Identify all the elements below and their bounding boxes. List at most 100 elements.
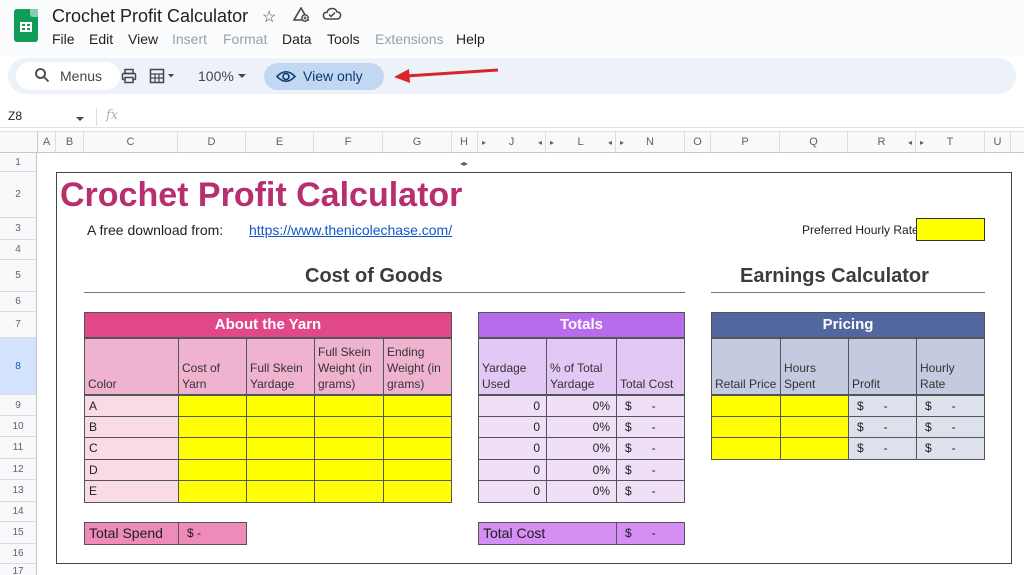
profit-cell[interactable]: $ - (848, 416, 917, 438)
row-header-13[interactable]: 13 (0, 480, 37, 502)
yarn-ending-weight-input[interactable] (383, 459, 452, 481)
total-cost-cell[interactable]: $ - (616, 459, 685, 481)
pct-yardage-cell[interactable]: 0% (546, 437, 617, 460)
row-header-10[interactable]: 10 (0, 416, 37, 437)
yarn-weight-input[interactable] (314, 459, 384, 481)
yardage-used-cell[interactable]: 0 (478, 395, 547, 417)
sheet-title[interactable]: Crochet Profit Calculator (60, 176, 462, 215)
yarn-cost-input[interactable] (178, 459, 247, 481)
hourly-rate-cell[interactable]: $ - (916, 395, 985, 417)
hourly-rate-cell[interactable]: $ - (916, 437, 985, 460)
col-header-n[interactable]: ▸ N (616, 132, 685, 153)
total-cost-cell[interactable]: $ - (616, 395, 685, 417)
profit-cell[interactable]: $ - (848, 437, 917, 460)
yarn-color-cell[interactable]: B (84, 416, 179, 438)
retail-price-input[interactable] (711, 437, 781, 460)
yarn-cost-input[interactable] (178, 395, 247, 417)
yarn-cost-input[interactable] (178, 480, 247, 503)
pct-yardage-cell[interactable]: 0% (546, 416, 617, 438)
yardage-used-cell[interactable]: 0 (478, 416, 547, 438)
profit-cell[interactable]: $ - (848, 395, 917, 417)
yarn-weight-input[interactable] (314, 480, 384, 503)
col-header-a[interactable]: A (38, 132, 56, 153)
hourly-rate-cell[interactable]: $ - (916, 416, 985, 438)
col-header-e[interactable]: E (246, 132, 314, 153)
table-view-icon[interactable] (149, 68, 175, 87)
col-header-q[interactable]: Q (780, 132, 848, 153)
row-header-8[interactable]: 8 (0, 338, 37, 395)
yarn-weight-input[interactable] (314, 416, 384, 438)
row-header-11[interactable]: 11 (0, 437, 37, 459)
row-header-2[interactable]: 2 (0, 172, 37, 218)
yarn-color-cell[interactable]: E (84, 480, 179, 503)
menu-view[interactable]: View (128, 31, 158, 47)
row-header-6[interactable]: 6 (0, 292, 37, 312)
hours-spent-input[interactable] (780, 437, 849, 460)
total-cost-cell[interactable]: $ - (616, 416, 685, 438)
expand-right-icon[interactable]: ▸ (482, 132, 486, 153)
col-header-t[interactable]: ▸ T (916, 132, 985, 153)
row-header-14[interactable]: 14 (0, 502, 37, 522)
yarn-ending-weight-input[interactable] (383, 416, 452, 438)
star-icon[interactable]: ☆ (262, 7, 276, 27)
col-header-c[interactable]: C (84, 132, 178, 153)
pct-yardage-cell[interactable]: 0% (546, 395, 617, 417)
row-header-1[interactable]: 1 (0, 153, 37, 172)
col-header-d[interactable]: D (178, 132, 246, 153)
expand-left-icon[interactable]: ◂ (538, 132, 542, 153)
total-cost-value[interactable]: $ - (616, 522, 685, 545)
chevron-down-icon[interactable] (237, 68, 247, 87)
zoom-select[interactable]: 100% (198, 68, 234, 84)
google-sheets-logo-icon[interactable] (14, 9, 38, 42)
yardage-used-cell[interactable]: 0 (478, 437, 547, 460)
yarn-ending-weight-input[interactable] (383, 395, 452, 417)
row-header-5[interactable]: 5 (0, 260, 37, 292)
col-header-r[interactable]: R ◂ (848, 132, 916, 153)
col-header-l[interactable]: ▸ L ◂ (546, 132, 616, 153)
row-header-7[interactable]: 7 (0, 312, 37, 338)
col-header-j[interactable]: ▸ J ◂ (478, 132, 546, 153)
col-header-h[interactable]: H ◂▸ (452, 132, 478, 168)
yarn-yardage-input[interactable] (246, 416, 315, 438)
menu-edit[interactable]: Edit (89, 31, 113, 47)
total-cost-cell[interactable]: $ - (616, 437, 685, 460)
col-header-g[interactable]: G (383, 132, 452, 153)
yardage-used-cell[interactable]: 0 (478, 480, 547, 503)
row-header-9[interactable]: 9 (0, 395, 37, 416)
yarn-color-cell[interactable]: A (84, 395, 179, 417)
hidden-cols-arrows-icon[interactable]: ◂▸ (460, 159, 468, 168)
hours-spent-input[interactable] (780, 395, 849, 417)
hours-spent-input[interactable] (780, 416, 849, 438)
menu-help[interactable]: Help (456, 31, 485, 47)
yardage-used-cell[interactable]: 0 (478, 459, 547, 481)
yarn-ending-weight-input[interactable] (383, 480, 452, 503)
col-header-u[interactable]: U (985, 132, 1011, 153)
select-all-corner[interactable] (0, 132, 38, 153)
expand-right-icon[interactable]: ▸ (550, 132, 554, 153)
row-header-4[interactable]: 4 (0, 240, 37, 260)
row-header-15[interactable]: 15 (0, 522, 37, 544)
yarn-cost-input[interactable] (178, 416, 247, 438)
menu-insert[interactable]: Insert (172, 31, 207, 47)
expand-right-icon[interactable]: ▸ (920, 132, 924, 153)
expand-right-icon[interactable]: ▸ (620, 132, 624, 153)
row-header-17[interactable]: 17 (0, 564, 37, 575)
menu-tools[interactable]: Tools (327, 31, 360, 47)
yarn-yardage-input[interactable] (246, 395, 315, 417)
col-header-o[interactable]: O (685, 132, 711, 153)
yarn-yardage-input[interactable] (246, 437, 315, 460)
name-box[interactable]: Z8 (8, 109, 22, 123)
col-header-b[interactable]: B (56, 132, 84, 153)
menu-extensions[interactable]: Extensions (375, 31, 443, 47)
menu-format[interactable]: Format (223, 31, 267, 47)
yarn-color-cell[interactable]: D (84, 459, 179, 481)
menu-data[interactable]: Data (282, 31, 312, 47)
row-header-12[interactable]: 12 (0, 459, 37, 480)
pct-yardage-cell[interactable]: 0% (546, 459, 617, 481)
document-title[interactable]: Crochet Profit Calculator (52, 6, 248, 27)
retail-price-input[interactable] (711, 416, 781, 438)
expand-left-icon[interactable]: ◂ (908, 132, 912, 153)
col-header-f[interactable]: F (314, 132, 383, 153)
total-cost-cell[interactable]: $ - (616, 480, 685, 503)
col-header-p[interactable]: P (711, 132, 780, 153)
